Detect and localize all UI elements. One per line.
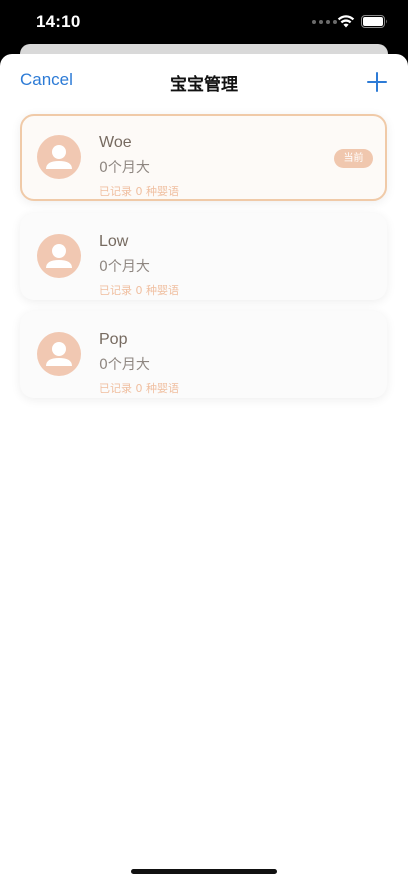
avatar: [37, 234, 81, 278]
plus-icon[interactable]: [366, 71, 388, 93]
baby-card-pop[interactable]: Pop 0个月大 已记录 0 种婴语: [20, 311, 387, 398]
baby-card-woe[interactable]: Woe 0个月大 已记录 0 种婴语 当前: [20, 114, 387, 201]
wifi-icon: [337, 15, 355, 28]
person-icon: [46, 342, 72, 366]
status-bar: 14:10: [0, 0, 408, 44]
current-badge: 当前: [334, 149, 373, 168]
battery-icon: [361, 15, 387, 28]
person-icon: [46, 145, 72, 169]
baby-record-count: 已记录 0 种婴语: [99, 284, 179, 297]
person-icon: [46, 244, 72, 268]
baby-record-count: 已记录 0 种婴语: [99, 185, 179, 198]
navigation-bar: Cancel 宝宝管理: [0, 54, 408, 108]
screen: 14:10 Cancel 宝宝管理 Woe 0个月大 已记录 0 种婴语 当前 …: [0, 0, 408, 883]
baby-card-low[interactable]: Low 0个月大 已记录 0 种婴语: [20, 213, 387, 300]
baby-name: Woe: [99, 134, 132, 151]
avatar: [37, 332, 81, 376]
page-title: 宝宝管理: [170, 75, 238, 95]
baby-management-sheet: Cancel 宝宝管理 Woe 0个月大 已记录 0 种婴语 当前 Low 0个…: [0, 54, 408, 883]
avatar: [37, 135, 81, 179]
baby-name: Low: [99, 233, 129, 250]
baby-age: 0个月大: [99, 160, 150, 176]
signal-dots-icon: [312, 20, 337, 24]
baby-record-count: 已记录 0 种婴语: [99, 382, 179, 395]
baby-name: Pop: [99, 331, 128, 348]
status-time: 14:10: [36, 12, 81, 31]
home-indicator[interactable]: [131, 869, 277, 874]
baby-age: 0个月大: [99, 259, 150, 275]
baby-age: 0个月大: [99, 357, 150, 373]
